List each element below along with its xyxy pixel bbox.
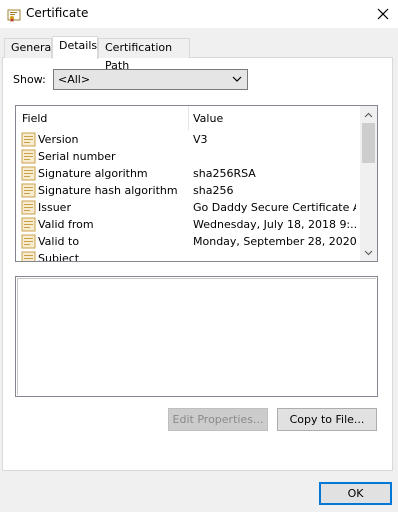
edit-properties-label: Edit Properties... [172,413,264,426]
tab-certification-path[interactable]: Certification Path [98,38,190,72]
list-item[interactable]: Issuer Go Daddy Secure Certificate A... [16,199,360,216]
edit-properties-button[interactable]: Edit Properties... [168,408,268,431]
field-name: Valid from [38,218,94,231]
field-name: Serial number [38,150,116,163]
tab-general-label: General [11,41,55,54]
copy-to-file-label: Copy to File... [289,413,365,426]
field-value: sha256RSA [193,167,256,180]
chevron-down-icon [232,76,242,82]
show-dropdown[interactable]: <All> [53,69,248,90]
fields-listview[interactable]: Field Value Version V3 Serial number Sig… [15,105,378,262]
field-icon [21,217,36,232]
list-scrollbar[interactable] [360,106,377,261]
tab-details-label: Details [59,39,98,52]
list-item[interactable]: Signature hash algorithm sha256 [16,182,360,199]
show-dropdown-value: <All> [58,73,91,86]
field-name: Signature hash algorithm [38,184,178,197]
field-name: Subject [38,252,80,262]
tab-details[interactable]: Details [52,36,98,59]
show-label: Show: [13,73,46,86]
window-title: Certificate [26,6,89,20]
chevron-down-icon [364,250,373,255]
field-value: Monday, September 28, 2020 ... [193,235,356,248]
field-icon [21,149,36,164]
ok-button[interactable]: OK [319,482,392,505]
field-icon [21,200,36,215]
field-icon [21,166,36,181]
list-item[interactable]: Version V3 [16,131,360,148]
scroll-up-button[interactable] [360,106,377,123]
certificate-icon [7,9,21,22]
chevron-up-icon [364,112,373,117]
copy-to-file-button[interactable]: Copy to File... [277,408,377,431]
field-name: Version [38,133,79,146]
list-item[interactable]: Valid from Wednesday, July 18, 2018 9:..… [16,216,360,233]
scroll-down-button[interactable] [360,244,377,261]
certificate-dialog: Certificate General Details Certificatio… [0,0,398,512]
scrollbar-thumb[interactable] [362,123,375,163]
list-item[interactable]: Signature algorithm sha256RSA [16,165,360,182]
title-bar: Certificate [0,0,398,28]
column-divider[interactable] [188,106,189,130]
list-header: Field Value [16,106,360,130]
field-value: V3 [193,133,208,146]
field-detail-inner [17,278,376,395]
field-value: Wednesday, July 18, 2018 9:... [193,218,356,231]
field-icon [21,251,36,261]
field-icon [21,234,36,249]
list-item[interactable]: Valid to Monday, September 28, 2020 ... [16,233,360,250]
field-icon [21,183,36,198]
field-value: sha256 [193,184,234,197]
column-header-value[interactable]: Value [193,112,223,125]
field-name: Issuer [38,201,71,214]
column-header-field[interactable]: Field [22,112,47,125]
tab-general[interactable]: General [4,38,55,58]
close-button[interactable] [368,0,398,28]
close-icon [377,8,389,20]
field-value: Go Daddy Secure Certificate A... [193,201,356,214]
ok-label: OK [347,487,364,500]
list-item[interactable]: Serial number [16,148,360,165]
field-name: Signature algorithm [38,167,148,180]
list-item[interactable]: Subject [16,250,360,262]
field-icon [21,132,36,147]
field-name: Valid to [38,235,80,248]
field-detail-textbox[interactable] [15,276,378,397]
